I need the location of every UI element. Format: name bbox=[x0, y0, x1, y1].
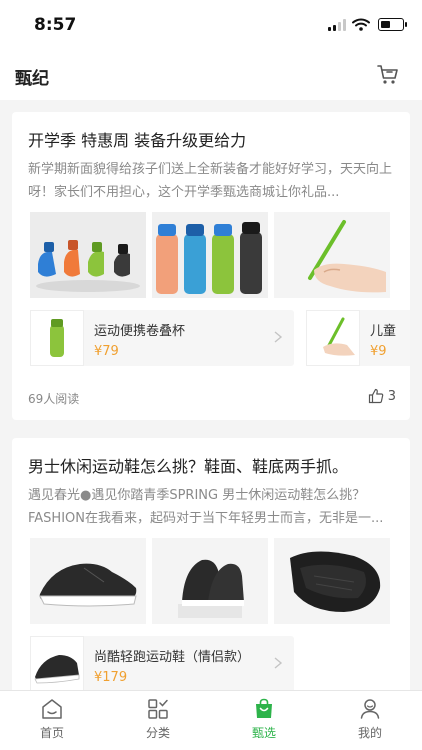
product-item[interactable]: 尚酷轻跑运动鞋（情侣款） ¥179 bbox=[30, 636, 294, 690]
product-item[interactable]: 运动便携卷叠杯 ¥79 bbox=[30, 310, 294, 366]
product-item[interactable]: 儿童 ¥9 bbox=[306, 310, 410, 366]
product-name: 儿童 bbox=[370, 324, 397, 339]
page-title: 甄纪 bbox=[15, 69, 49, 89]
article-image-row bbox=[30, 212, 410, 298]
product-price: ¥179 bbox=[94, 670, 128, 685]
sneaker-front-image[interactable] bbox=[152, 538, 268, 624]
bottom-tab-bar: 首页 分类 甄选 我的 bbox=[0, 690, 422, 750]
tab-featured-label: 甄选 bbox=[251, 726, 276, 740]
colored-bottles-image[interactable] bbox=[152, 212, 268, 298]
article-feed[interactable]: 开学季 特惠周 装备升级更给力 新学期新面貌得给孩子们送上全新装备才能好好学习，… bbox=[0, 100, 422, 690]
status-icons bbox=[328, 18, 407, 31]
article-image-row bbox=[30, 538, 410, 624]
folding-bottles-image[interactable] bbox=[30, 212, 146, 298]
article-summary: 新学期新面貌得给孩子们送上全新装备才能好好学习，天天向上呀！家长们不用担心，这个… bbox=[28, 162, 393, 200]
product-price: ¥79 bbox=[94, 344, 119, 359]
article-title: 男士休闲运动鞋怎么挑？鞋面、鞋底两手抓。 bbox=[28, 457, 349, 476]
article-title: 开学季 特惠周 装备升级更给力 bbox=[28, 131, 247, 150]
wifi-icon bbox=[352, 18, 370, 31]
sneaker-side-image[interactable] bbox=[30, 538, 146, 624]
product-thumbnail bbox=[306, 310, 360, 366]
chevron-right-icon bbox=[274, 657, 283, 669]
product-name: 尚酷轻跑运动鞋（情侣款） bbox=[94, 650, 251, 665]
tab-home[interactable]: 首页 bbox=[12, 697, 92, 747]
product-list: 运动便携卷叠杯 ¥79 儿童 ¥9 bbox=[30, 310, 410, 366]
tab-category[interactable]: 分类 bbox=[118, 697, 198, 747]
product-thumbnail bbox=[30, 636, 84, 690]
tab-profile-label: 我的 bbox=[357, 726, 382, 740]
status-time: 8:57 bbox=[34, 15, 77, 35]
header: 甄纪 bbox=[0, 48, 422, 100]
sneaker-sole-image[interactable] bbox=[274, 538, 390, 624]
tab-profile[interactable]: 我的 bbox=[330, 697, 410, 747]
tab-home-label: 首页 bbox=[39, 726, 64, 740]
product-list: 尚酷轻跑运动鞋（情侣款） ¥179 bbox=[30, 636, 410, 690]
profile-icon bbox=[360, 699, 380, 719]
like-button[interactable]: 3 bbox=[368, 388, 396, 404]
category-icon bbox=[148, 699, 168, 719]
product-thumbnail bbox=[30, 310, 84, 366]
like-count: 3 bbox=[387, 388, 396, 404]
shopping-bag-icon bbox=[256, 698, 272, 718]
product-name: 运动便携卷叠杯 bbox=[94, 324, 186, 339]
article-card[interactable]: 开学季 特惠周 装备升级更给力 新学期新面貌得给孩子们送上全新装备才能好好学习，… bbox=[12, 112, 410, 420]
article-summary: 遇见春光●遇见你踏青季SPRING 男士休闲运动鞋怎么挑？FASHION在我看来… bbox=[28, 488, 384, 526]
read-count: 69人阅读 bbox=[28, 392, 80, 406]
battery-icon bbox=[378, 18, 407, 31]
product-price: ¥9 bbox=[370, 344, 387, 359]
status-bar: 8:57 bbox=[0, 0, 422, 48]
home-icon bbox=[42, 699, 62, 719]
tab-category-label: 分类 bbox=[145, 726, 170, 740]
chevron-right-icon bbox=[274, 331, 283, 343]
signal-icon bbox=[328, 18, 346, 31]
tab-featured[interactable]: 甄选 bbox=[224, 697, 304, 747]
cart-icon[interactable] bbox=[376, 62, 400, 86]
thumbs-up-icon bbox=[368, 388, 383, 404]
green-pencil-image[interactable] bbox=[274, 212, 390, 298]
article-card[interactable]: 男士休闲运动鞋怎么挑？鞋面、鞋底两手抓。 遇见春光●遇见你踏青季SPRING 男… bbox=[12, 438, 410, 690]
